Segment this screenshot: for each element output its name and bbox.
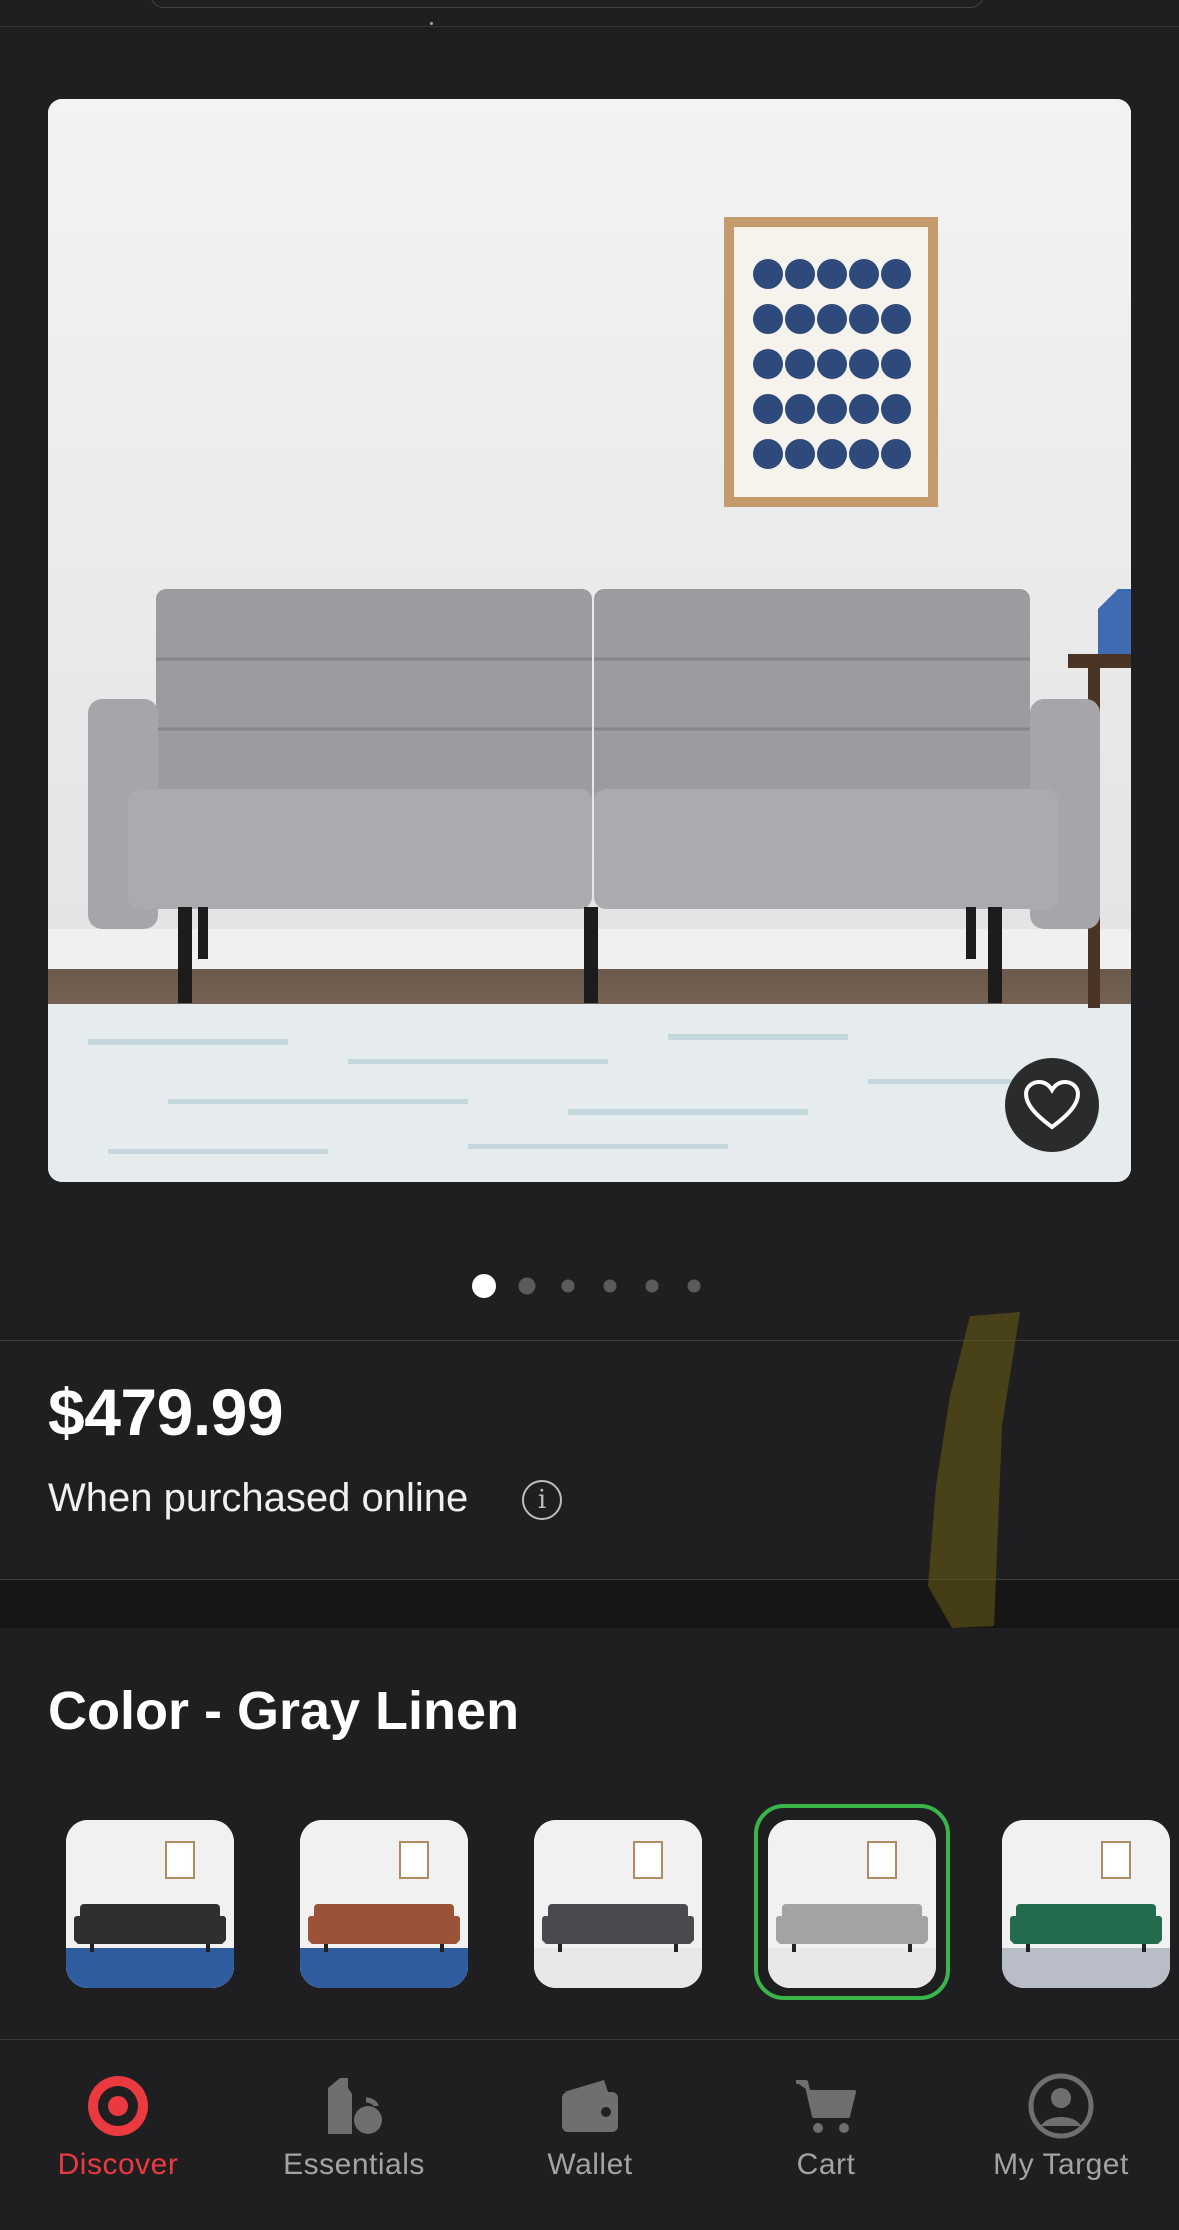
nav-label: Essentials <box>283 2148 425 2181</box>
favorite-button[interactable] <box>1005 1058 1099 1152</box>
pagination-dot[interactable] <box>518 1277 536 1295</box>
wallet-icon <box>562 2080 618 2132</box>
nav-label: Discover <box>57 2148 179 2181</box>
nav-label: Wallet <box>547 2148 633 2181</box>
sofa-photo <box>48 99 1131 1182</box>
bottom-nav: Discover Essentials Wallet Cart My Targe… <box>0 2039 1179 2230</box>
pagination-dot[interactable] <box>561 1279 575 1293</box>
nav-label: Cart <box>796 2148 856 2181</box>
cart-icon <box>796 2080 856 2133</box>
color-swatch[interactable] <box>768 1820 936 1988</box>
essentials-icon <box>328 2078 382 2134</box>
search-bar[interactable] <box>150 0 984 8</box>
top-bar <box>0 0 1179 27</box>
account-icon <box>1028 2073 1094 2139</box>
nav-my-target[interactable]: My Target <box>943 2040 1179 2230</box>
product-image[interactable] <box>48 99 1131 1182</box>
target-icon <box>88 2076 148 2136</box>
nav-discover[interactable]: Discover <box>0 2040 236 2230</box>
image-pagination <box>0 1274 1179 1298</box>
color-swatch[interactable] <box>66 1820 234 1988</box>
color-label: Color - Gray Linen <box>48 1681 520 1741</box>
status-dot <box>430 22 433 25</box>
price-note: When purchased online <box>48 1476 469 1520</box>
nav-cart[interactable]: Cart <box>708 2040 944 2230</box>
price-label: $479.99 <box>48 1375 284 1449</box>
pagination-dot[interactable] <box>472 1274 496 1298</box>
pagination-dot[interactable] <box>645 1279 659 1293</box>
heart-icon <box>1023 1079 1081 1130</box>
pagination-dot[interactable] <box>687 1279 701 1293</box>
nav-wallet[interactable]: Wallet <box>472 2040 708 2230</box>
nav-label: My Target <box>993 2148 1129 2181</box>
color-swatch[interactable] <box>1002 1820 1170 1988</box>
highlighter-mark <box>928 1312 1020 1628</box>
color-swatch[interactable] <box>300 1820 468 1988</box>
pagination-dot[interactable] <box>603 1279 617 1293</box>
nav-essentials[interactable]: Essentials <box>236 2040 472 2230</box>
info-icon[interactable]: i <box>522 1480 562 1520</box>
color-swatch[interactable] <box>534 1820 702 1988</box>
